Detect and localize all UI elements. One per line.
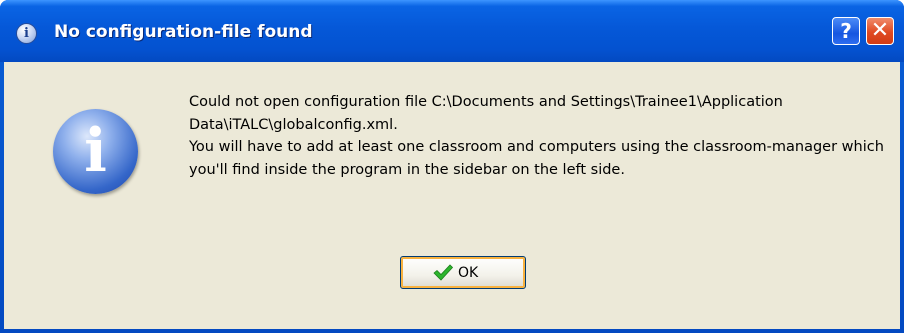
window-title: No configuration-file found	[54, 22, 313, 42]
message-text: Could not open configuration file C:\Doc…	[189, 91, 889, 181]
dialog-window: i No configuration-file found ? ✕ i Coul…	[0, 0, 904, 333]
info-icon: i	[53, 109, 138, 194]
check-icon	[433, 264, 453, 281]
ok-label: OK	[458, 265, 479, 281]
close-button[interactable]: ✕	[866, 17, 894, 45]
dialog-body: i Could not open configuration file C:\D…	[4, 62, 900, 329]
title-bar[interactable]: i No configuration-file found ? ✕	[0, 0, 904, 62]
ok-button[interactable]: OK	[400, 256, 526, 289]
message-line-2: You will have to add at least one classr…	[189, 139, 884, 178]
message-line-1: Could not open configuration file C:\Doc…	[189, 94, 783, 133]
info-icon: i	[16, 23, 37, 44]
help-button[interactable]: ?	[832, 17, 860, 45]
